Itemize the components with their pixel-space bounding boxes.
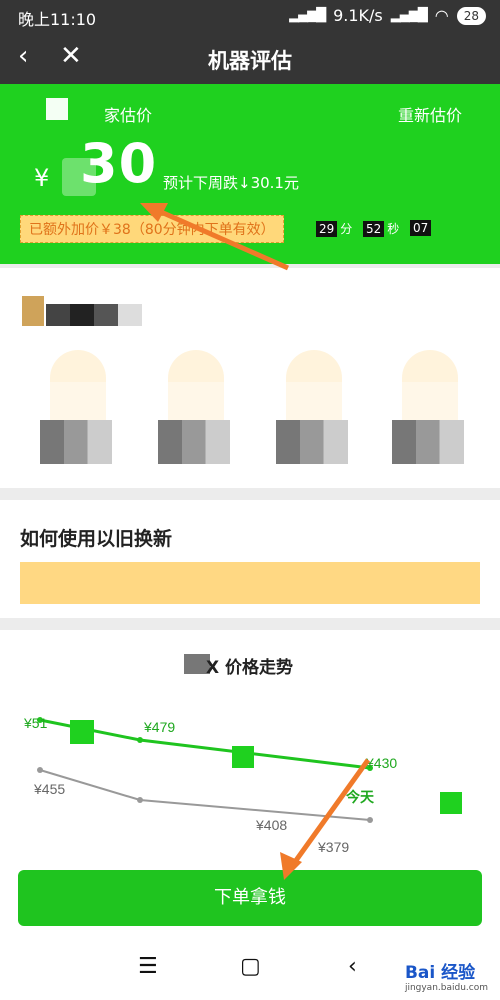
countdown-minutes: 29 分: [316, 220, 352, 237]
network-speed: 9.1K/s: [333, 6, 383, 25]
today-label: 今天: [345, 789, 375, 805]
system-nav-bar: ☰ ▢ ‹ Bai 经验 jingyan.baidu.com: [0, 940, 500, 1000]
chart-blur-block: [70, 720, 94, 744]
coupon-item[interactable]: [392, 346, 472, 476]
trend-point: [37, 767, 43, 773]
trend-point: [367, 817, 373, 823]
menu-icon[interactable]: ☰: [138, 954, 158, 979]
chart-blur-block: [440, 792, 462, 814]
coupon-title-blur: [46, 304, 142, 326]
signal-icon-2: ▂▄▆█: [390, 8, 428, 23]
home-icon[interactable]: ▢: [240, 954, 261, 979]
countdown-ms: 07: [410, 220, 434, 236]
price-trend-chart: ¥51 ¥479 ¥430 ¥455 ¥408 ¥379 今天: [23, 715, 462, 855]
trend-value-label: ¥408: [255, 817, 287, 833]
coupon-section: [0, 268, 500, 488]
bonus-banner: 已额外加价￥38（80分钟内下单有效）: [20, 215, 284, 243]
trend-value-label: ¥455: [33, 781, 65, 797]
nav-bar: ‹ ✕ 机器评估: [0, 32, 500, 84]
countdown-seconds: 52 秒: [363, 220, 399, 237]
coupon-item[interactable]: [40, 346, 120, 476]
trend-value-label: ¥430: [365, 755, 397, 771]
coupon-item[interactable]: [158, 346, 238, 476]
trend-value-label: ¥51: [23, 715, 48, 731]
estimate-panel: 家估价 重新估价 ¥ 30 预计下周跌↓30.1元 已额外加价￥38（80分钟内…: [0, 84, 500, 264]
status-time: 晚上11:10: [18, 10, 97, 29]
currency-symbol: ¥: [34, 164, 50, 192]
signal-icon: ▂▄▆█: [289, 8, 326, 23]
status-right: ▂▄▆█ 9.1K/s ▂▄▆█ ◠ 28: [289, 6, 486, 25]
chart-blur-block: [232, 746, 254, 768]
reestimate-link[interactable]: 重新估价: [398, 102, 462, 126]
price-forecast: 预计下周跌↓30.1元: [163, 174, 299, 192]
order-button[interactable]: 下单拿钱: [18, 870, 482, 926]
trend-value-label: ¥379: [317, 839, 349, 855]
trend-value-label: ¥479: [143, 719, 175, 735]
back-nav-icon[interactable]: ‹: [348, 954, 357, 979]
estimate-label: 家估价: [104, 106, 153, 125]
brand-logo: [46, 98, 68, 120]
coupon-item[interactable]: [276, 346, 356, 476]
wifi-icon: ◠: [434, 6, 449, 25]
trend-point: [137, 797, 143, 803]
page-title: 机器评估: [208, 49, 292, 73]
trend-line-1: [39, 769, 371, 821]
trend-point: [137, 737, 143, 743]
gift-icon: [22, 296, 44, 326]
howto-title: 如何使用以旧换新: [20, 528, 173, 550]
estimate-price: 30: [80, 132, 158, 195]
status-bar: 晚上11:10 ▂▄▆█ 9.1K/s ▂▄▆█ ◠ 28: [0, 0, 500, 32]
howto-section: 如何使用以旧换新: [0, 500, 500, 618]
watermark: Bai 经验 jingyan.baidu.com: [404, 963, 488, 993]
howto-banner[interactable]: [20, 562, 480, 604]
battery-icon: 28: [456, 6, 486, 25]
